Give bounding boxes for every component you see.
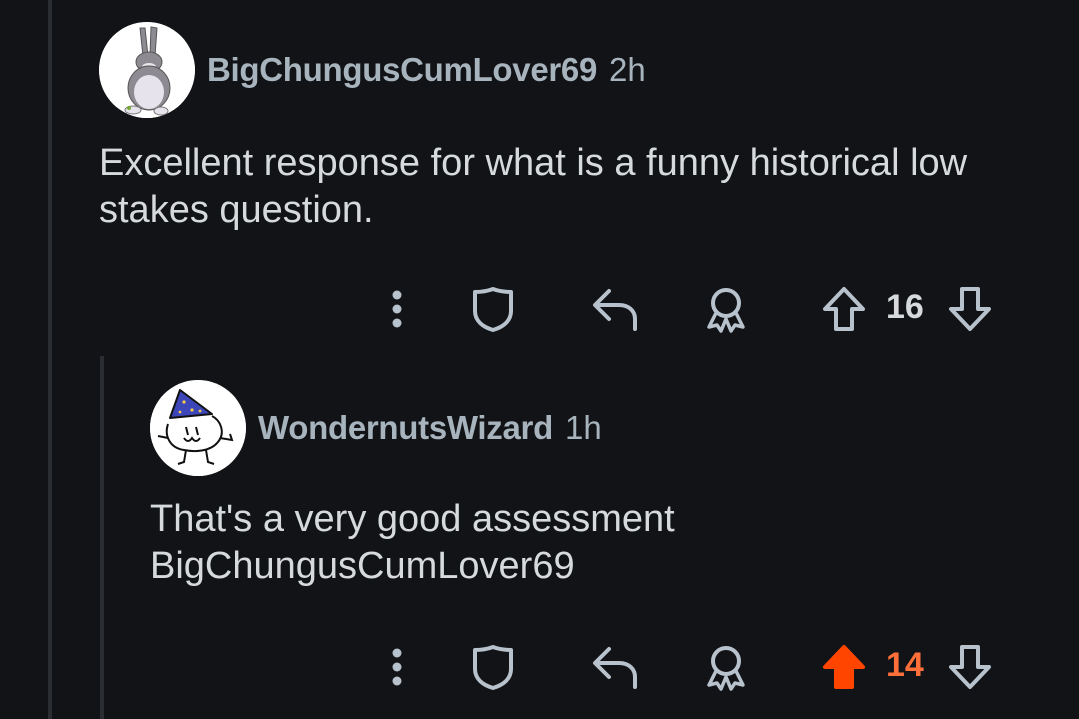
award-button[interactable] xyxy=(702,642,750,692)
downvote-button[interactable] xyxy=(946,642,994,692)
timestamp: 2h xyxy=(609,51,646,88)
moderate-button[interactable] xyxy=(468,284,518,334)
more-button[interactable] xyxy=(384,284,410,334)
username[interactable]: BigChungusCumLover69 xyxy=(207,51,597,89)
thread-line-nested[interactable] xyxy=(100,356,104,719)
timestamp: 1h xyxy=(564,409,602,446)
shield-icon xyxy=(473,287,513,332)
award-icon xyxy=(707,646,745,691)
comment-header: BigChungusCumLover69 2h xyxy=(99,22,646,118)
reply-icon xyxy=(593,647,637,689)
comment-body: That's a very good assessment BigChungus… xyxy=(150,498,675,587)
vote-count: 14 xyxy=(886,646,924,684)
downvote-icon xyxy=(949,645,991,689)
downvote-icon xyxy=(949,287,991,331)
wizard-doodle-avatar-icon xyxy=(150,380,246,476)
more-vertical-icon xyxy=(392,648,402,686)
award-button[interactable] xyxy=(702,284,750,334)
comment-reply: WondernutsWizard 1h That's a very good a… xyxy=(150,380,1030,700)
more-button[interactable] xyxy=(384,642,410,692)
avatar[interactable] xyxy=(150,380,246,476)
upvote-button[interactable] xyxy=(820,284,868,334)
reply-icon xyxy=(593,289,637,331)
comment: BigChungusCumLover69 2h Excellent respon… xyxy=(99,22,1039,342)
thread-line[interactable] xyxy=(48,0,52,719)
vote-count: 16 xyxy=(886,288,924,326)
comment-body: Excellent response for what is a funny h… xyxy=(99,142,968,231)
big-chungus-avatar-icon xyxy=(99,22,195,118)
more-vertical-icon xyxy=(392,290,402,328)
username[interactable]: WondernutsWizard xyxy=(258,409,553,447)
shield-icon xyxy=(473,645,513,690)
upvote-button-active[interactable] xyxy=(820,642,868,692)
reply-button[interactable] xyxy=(590,284,642,334)
upvote-icon xyxy=(823,287,865,331)
avatar[interactable] xyxy=(99,22,195,118)
upvote-icon xyxy=(823,645,865,689)
reply-button[interactable] xyxy=(590,642,642,692)
award-icon xyxy=(707,288,745,333)
moderate-button[interactable] xyxy=(468,642,518,692)
downvote-button[interactable] xyxy=(946,284,994,334)
comment-header: WondernutsWizard 1h xyxy=(150,380,602,476)
